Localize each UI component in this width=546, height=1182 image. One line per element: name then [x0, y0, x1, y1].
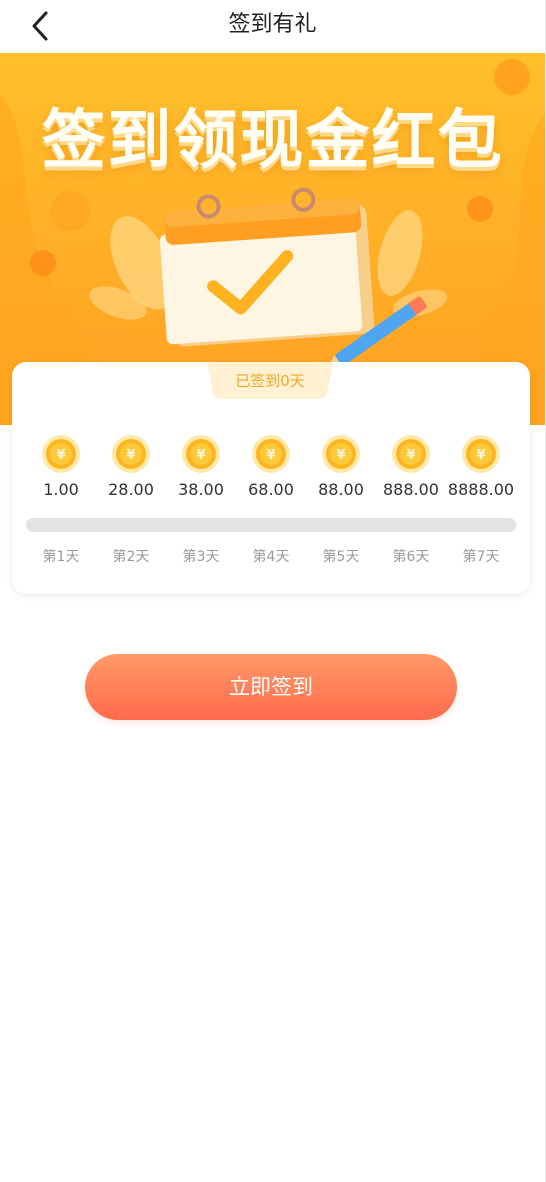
signed-days-badge: 已签到0天: [207, 362, 333, 399]
banner-title: 签到领现金红包: [41, 104, 504, 178]
day-reward-3[interactable]: ¥ 38.00: [166, 434, 236, 499]
svg-text:¥: ¥: [196, 448, 205, 463]
day-label: 第4天: [252, 549, 290, 565]
day-label: 第5天: [322, 549, 360, 565]
reward-amount: 888.00: [383, 480, 439, 499]
day-label: 第2天: [112, 549, 150, 565]
page-title: 签到有礼: [228, 12, 317, 37]
svg-text:¥: ¥: [266, 448, 275, 463]
checkin-progress-bar: [26, 518, 516, 532]
day-label: 第7天: [462, 549, 500, 565]
yuan-coin-icon: ¥: [42, 435, 80, 473]
yuan-coin-icon: ¥: [322, 435, 360, 473]
reward-day-list: ¥ 1.00 第1天 ¥ 28.00 第2天 ¥ 38.00 第3天 ¥ 68.…: [26, 434, 516, 574]
reward-amount: 68.00: [248, 480, 294, 499]
svg-text:¥: ¥: [126, 448, 135, 463]
day-reward-2[interactable]: ¥ 28.00: [96, 434, 166, 499]
svg-text:¥: ¥: [56, 448, 65, 463]
yuan-coin-icon: ¥: [252, 435, 290, 473]
svg-text:¥: ¥: [476, 448, 485, 463]
day-reward-6[interactable]: ¥ 888.00: [376, 434, 446, 499]
day-label: 第1天: [42, 549, 80, 565]
yuan-coin-icon: ¥: [462, 435, 500, 473]
reward-amount: 28.00: [108, 480, 154, 499]
svg-text:¥: ¥: [406, 448, 415, 463]
day-reward-1[interactable]: ¥ 1.00: [26, 434, 96, 499]
reward-amount: 1.00: [43, 480, 79, 499]
yuan-coin-icon: ¥: [112, 435, 150, 473]
day-label: 第6天: [392, 549, 430, 565]
svg-text:¥: ¥: [336, 448, 345, 463]
sign-in-button[interactable]: 立即签到: [85, 654, 457, 720]
day-label: 第3天: [182, 549, 220, 565]
reward-amount: 38.00: [178, 480, 224, 499]
checkin-card: 已签到0天 ¥ 1.00 第1天 ¥ 28.00 第2天 ¥ 38.00 第3天…: [12, 362, 530, 594]
reward-amount: 8888.00: [447, 480, 515, 499]
yuan-coin-icon: ¥: [182, 435, 220, 473]
day-reward-5[interactable]: ¥ 88.00: [306, 434, 376, 499]
checkin-page: 签到有礼 签到领现金红包 已签到0天 ¥ 1.00 第1天 ¥ 28.00 第2…: [0, 0, 546, 1182]
day-reward-4[interactable]: ¥ 68.00: [236, 434, 306, 499]
top-nav-bar: 签到有礼: [0, 0, 545, 53]
reward-amount: 88.00: [318, 480, 364, 499]
day-reward-7[interactable]: ¥ 8888.00: [446, 434, 516, 499]
yuan-coin-icon: ¥: [392, 435, 430, 473]
